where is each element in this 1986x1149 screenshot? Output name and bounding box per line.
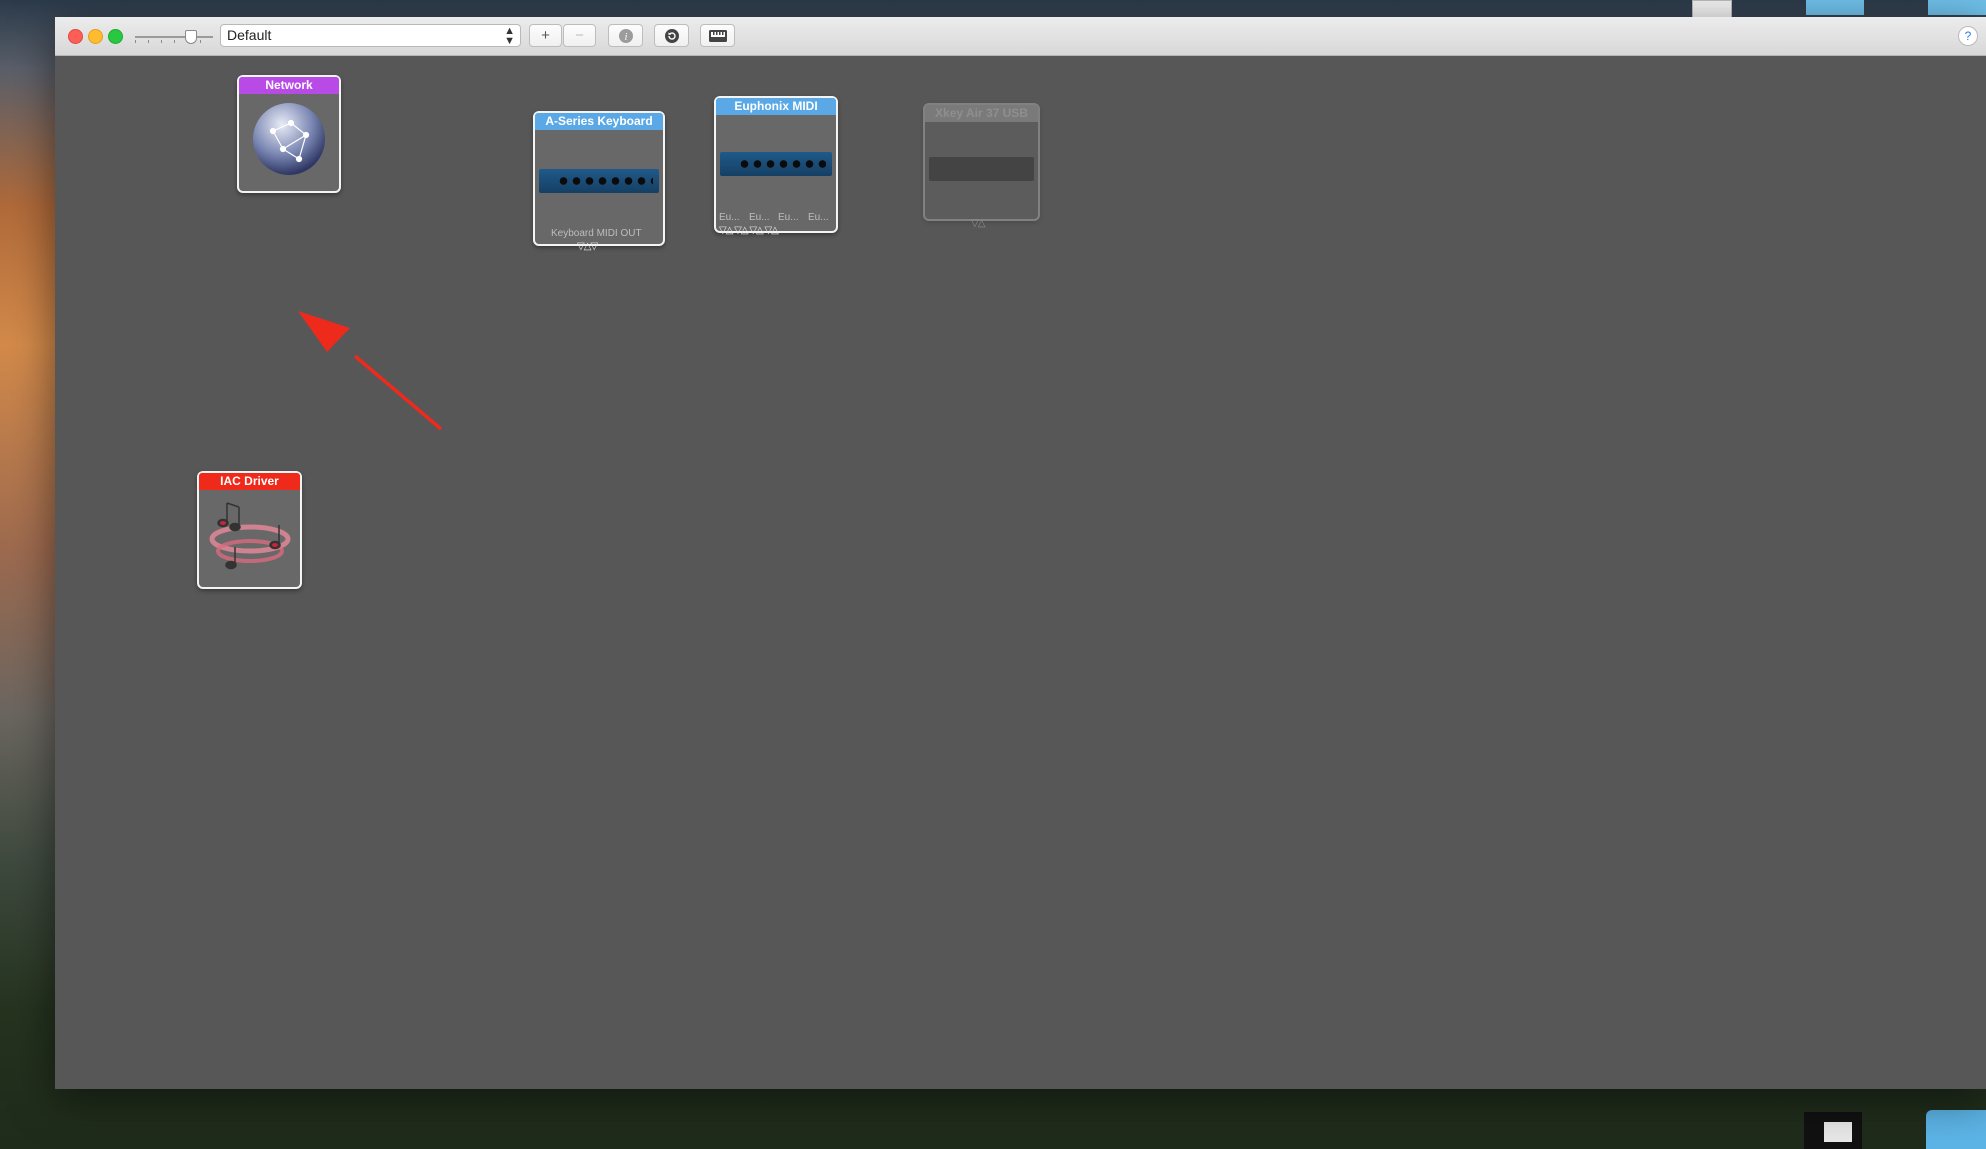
midi-interface-image [539,169,659,193]
remove-configuration-button[interactable]: − [563,24,596,47]
port-label: Eu... [778,212,799,223]
window-toolbar: Default ▲ ▼ + − i ? [55,17,1986,56]
info-icon: i [618,29,633,43]
device-title: Xkey Air 37 USB [925,105,1038,122]
midi-studio-canvas: Network A-Series Keyboard Keyboard MIDI … [55,56,1986,1089]
port-label: Eu... [719,212,740,223]
close-button[interactable] [68,29,83,44]
port-connectors[interactable]: ▽△ ▽△ ▽△ ▽△ [719,226,779,236]
port-label: Eu... [749,212,770,223]
minimize-button[interactable] [88,29,103,44]
rescan-icon [664,29,679,43]
desktop-document-icon[interactable] [1692,0,1732,18]
chevron-updown-icon: ▲ ▼ [504,25,515,47]
zoom-button[interactable] [108,29,123,44]
port-connectors[interactable]: ▽△ [971,219,985,229]
show-info-button[interactable]: i [608,24,643,47]
port-label: Eu... [808,212,829,223]
configuration-select[interactable]: Default ▲ ▼ [220,24,521,47]
help-button[interactable]: ? [1958,26,1978,46]
desktop-folder-icon[interactable] [1926,1110,1986,1149]
port-label: Keyboard MIDI OUT [551,228,642,239]
midi-interface-image [720,152,832,176]
svg-text:i: i [624,32,627,43]
iac-music-notes-icon [209,502,291,570]
annotation-arrow [298,311,443,431]
device-iac-driver[interactable]: IAC Driver [197,471,302,589]
desktop-file-icon[interactable] [1804,1112,1862,1149]
keyboard-icon [708,30,727,42]
desktop-thumbnail-icon[interactable] [1928,0,1986,15]
desktop-thumbnail-icon[interactable] [1806,0,1864,15]
device-title: IAC Driver [199,473,300,490]
configuration-value: Default [227,27,272,43]
icon-size-slider[interactable] [135,30,213,44]
device-xkey-air-37-usb[interactable]: Xkey Air 37 USB ▽△ [923,103,1040,229]
audio-midi-setup-window: Default ▲ ▼ + − i ? Network A-Series Key… [55,17,1986,1089]
device-euphonix-midi[interactable]: Euphonix MIDI Eu... Eu... Eu... Eu... ▽△… [714,96,838,236]
test-setup-button[interactable] [700,24,735,47]
add-configuration-button[interactable]: + [529,24,562,47]
rescan-midi-button[interactable] [654,24,689,47]
slider-knob[interactable] [185,30,197,44]
port-connectors[interactable]: ▽△▽ [577,242,598,252]
device-title: Euphonix MIDI [716,98,836,115]
midi-interface-image [929,157,1034,181]
